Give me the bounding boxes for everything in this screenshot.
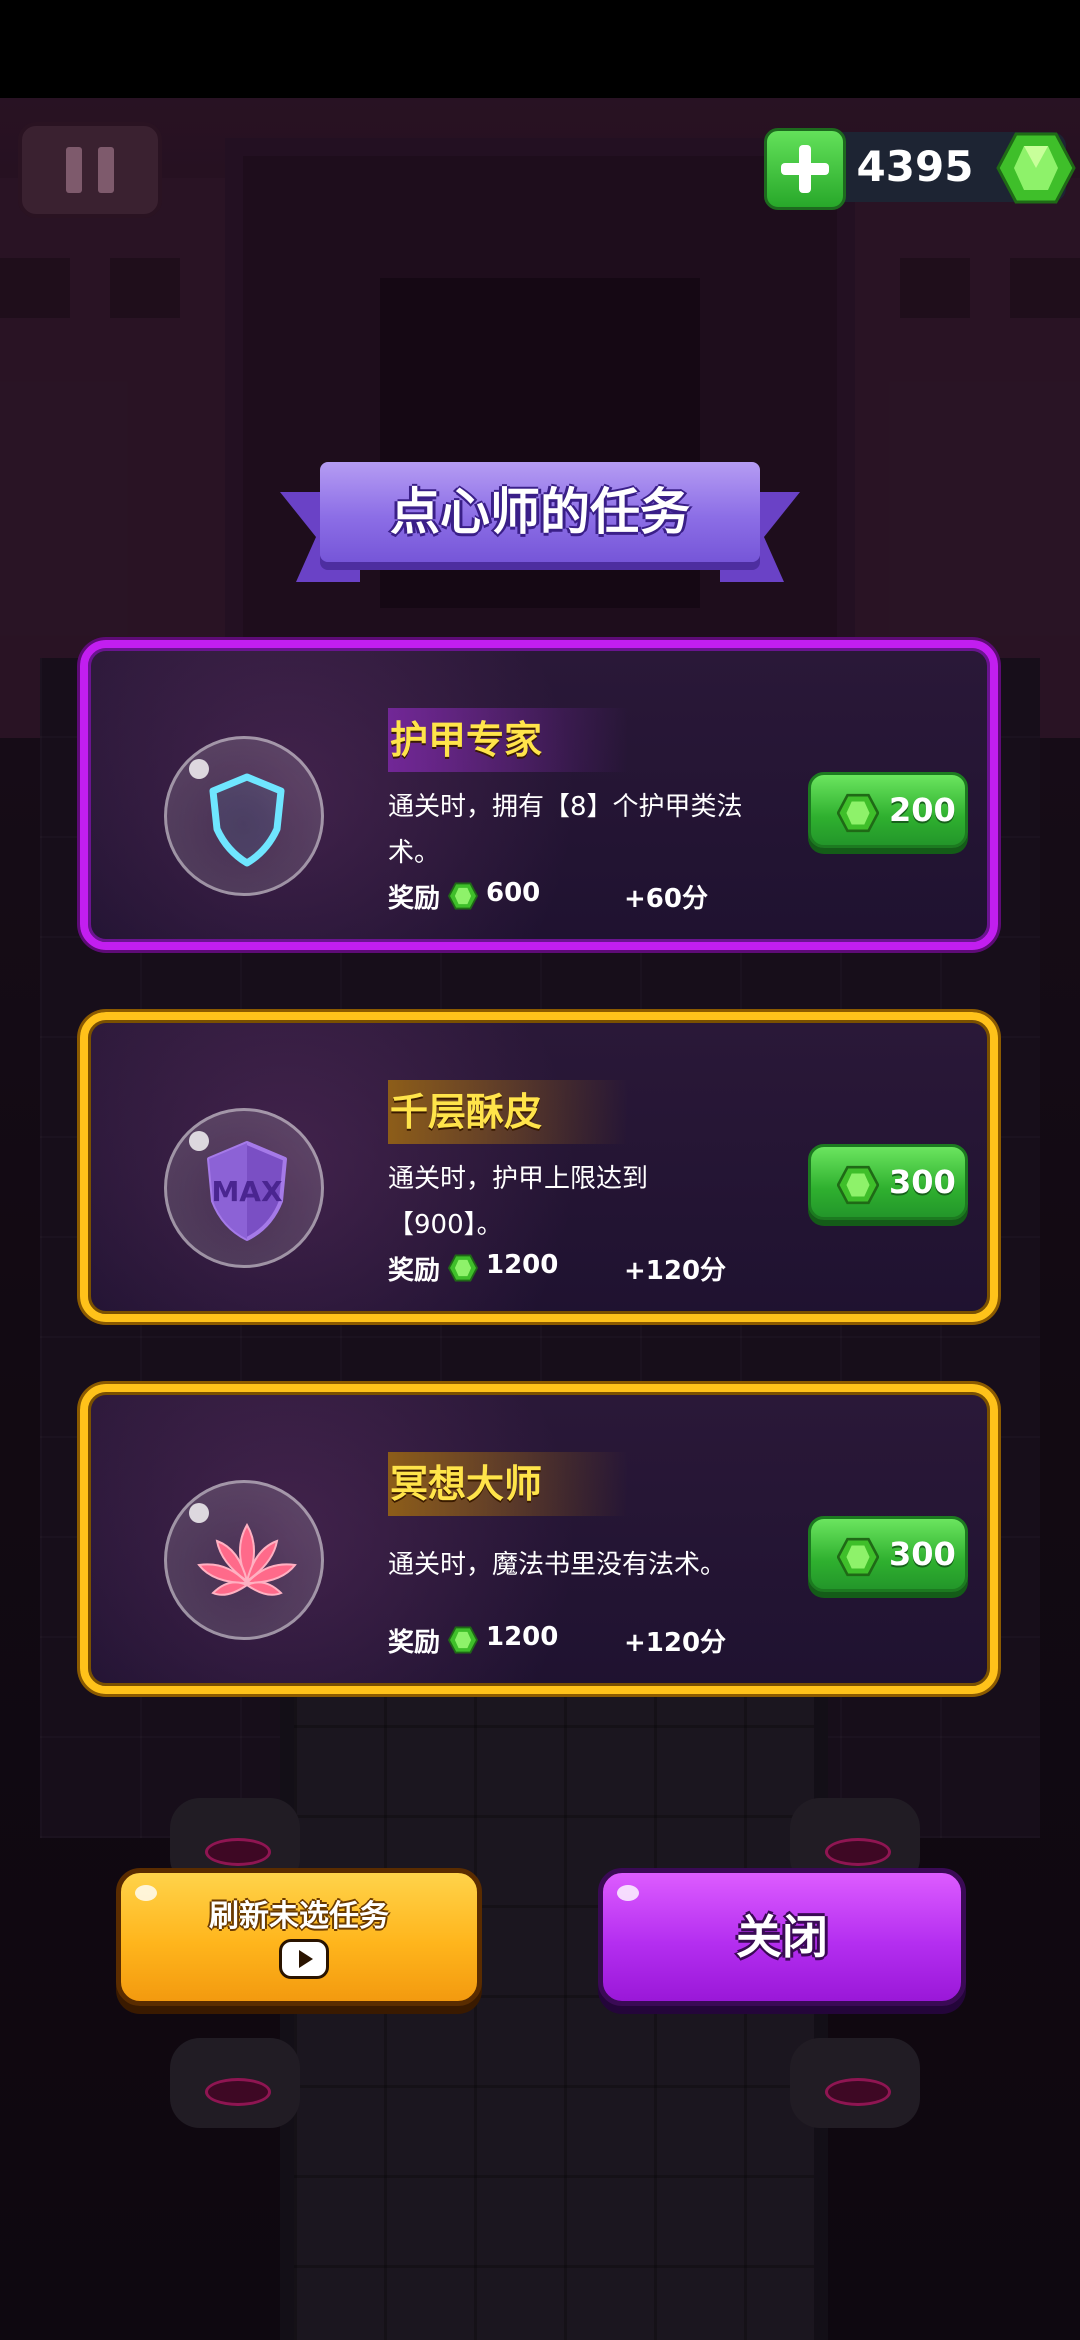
refresh-quests-button[interactable]: 刷新未选任务 <box>116 1868 482 2006</box>
quest-icon-bubble: MAX <box>164 1108 324 1268</box>
quest-description: 通关时，魔法书里没有法术。 <box>388 1550 727 1580</box>
quest-cost: 300 <box>889 1163 956 1201</box>
pause-button[interactable] <box>18 122 162 218</box>
gem-icon <box>837 793 879 833</box>
accept-quest-button[interactable]: 300 <box>808 1144 968 1220</box>
gem-icon <box>837 1537 879 1577</box>
quest-icon-bubble <box>164 736 324 896</box>
close-button[interactable]: 关闭 <box>598 1868 966 2006</box>
score-bonus: +120分 <box>624 1628 727 1658</box>
quest-description: 通关时，拥有【8】个护甲类法术。 <box>388 792 743 868</box>
page-title: 点心师的任务 <box>390 483 690 541</box>
pause-icon <box>66 147 82 193</box>
gem-icon <box>837 1165 879 1205</box>
gem-count: 4395 <box>856 142 974 191</box>
gem-icon <box>448 1626 478 1654</box>
accept-quest-button[interactable]: 300 <box>808 1516 968 1592</box>
gem-icon <box>448 1254 478 1282</box>
quest-title: 千层酥皮 <box>390 1090 543 1134</box>
status-bar-area <box>0 0 1080 98</box>
quest-icon-bubble <box>164 1480 324 1640</box>
close-label: 关闭 <box>736 1910 828 1964</box>
score-bonus: +60分 <box>624 884 708 914</box>
quest-card[interactable]: MAX 千层酥皮 通关时，护甲上限达到【900】。 奖励 1200 +120分 … <box>80 1012 998 1322</box>
reward-label: 奖励 <box>388 1628 441 1658</box>
reward-value: 600 <box>486 878 541 908</box>
quest-card[interactable]: 护甲专家 通关时，拥有【8】个护甲类法术。 奖励 600 +60分 200 <box>80 640 998 950</box>
refresh-label: 刷新未选任务 <box>209 1899 389 1934</box>
quest-card[interactable]: 冥想大师 通关时，魔法书里没有法术。 奖励 1200 +120分 300 <box>80 1384 998 1694</box>
add-gems-button[interactable] <box>764 128 846 210</box>
reward-value: 1200 <box>486 1622 559 1652</box>
score-bonus: +120分 <box>624 1256 727 1286</box>
video-ad-icon <box>279 1939 329 1979</box>
quest-cost: 200 <box>889 791 956 829</box>
gem-icon <box>448 882 478 910</box>
quest-description: 通关时，护甲上限达到【900】。 <box>388 1164 649 1240</box>
max-label: MAX <box>211 1175 283 1208</box>
title-banner: 点心师的任务 <box>280 462 800 582</box>
quest-title: 护甲专家 <box>390 718 543 762</box>
reward-label: 奖励 <box>388 884 441 914</box>
gem-icon <box>996 132 1076 204</box>
reward-value: 1200 <box>486 1250 559 1280</box>
accept-quest-button[interactable]: 200 <box>808 772 968 848</box>
quest-cost: 300 <box>889 1535 956 1573</box>
reward-label: 奖励 <box>388 1256 441 1286</box>
quest-title: 冥想大师 <box>390 1462 543 1506</box>
